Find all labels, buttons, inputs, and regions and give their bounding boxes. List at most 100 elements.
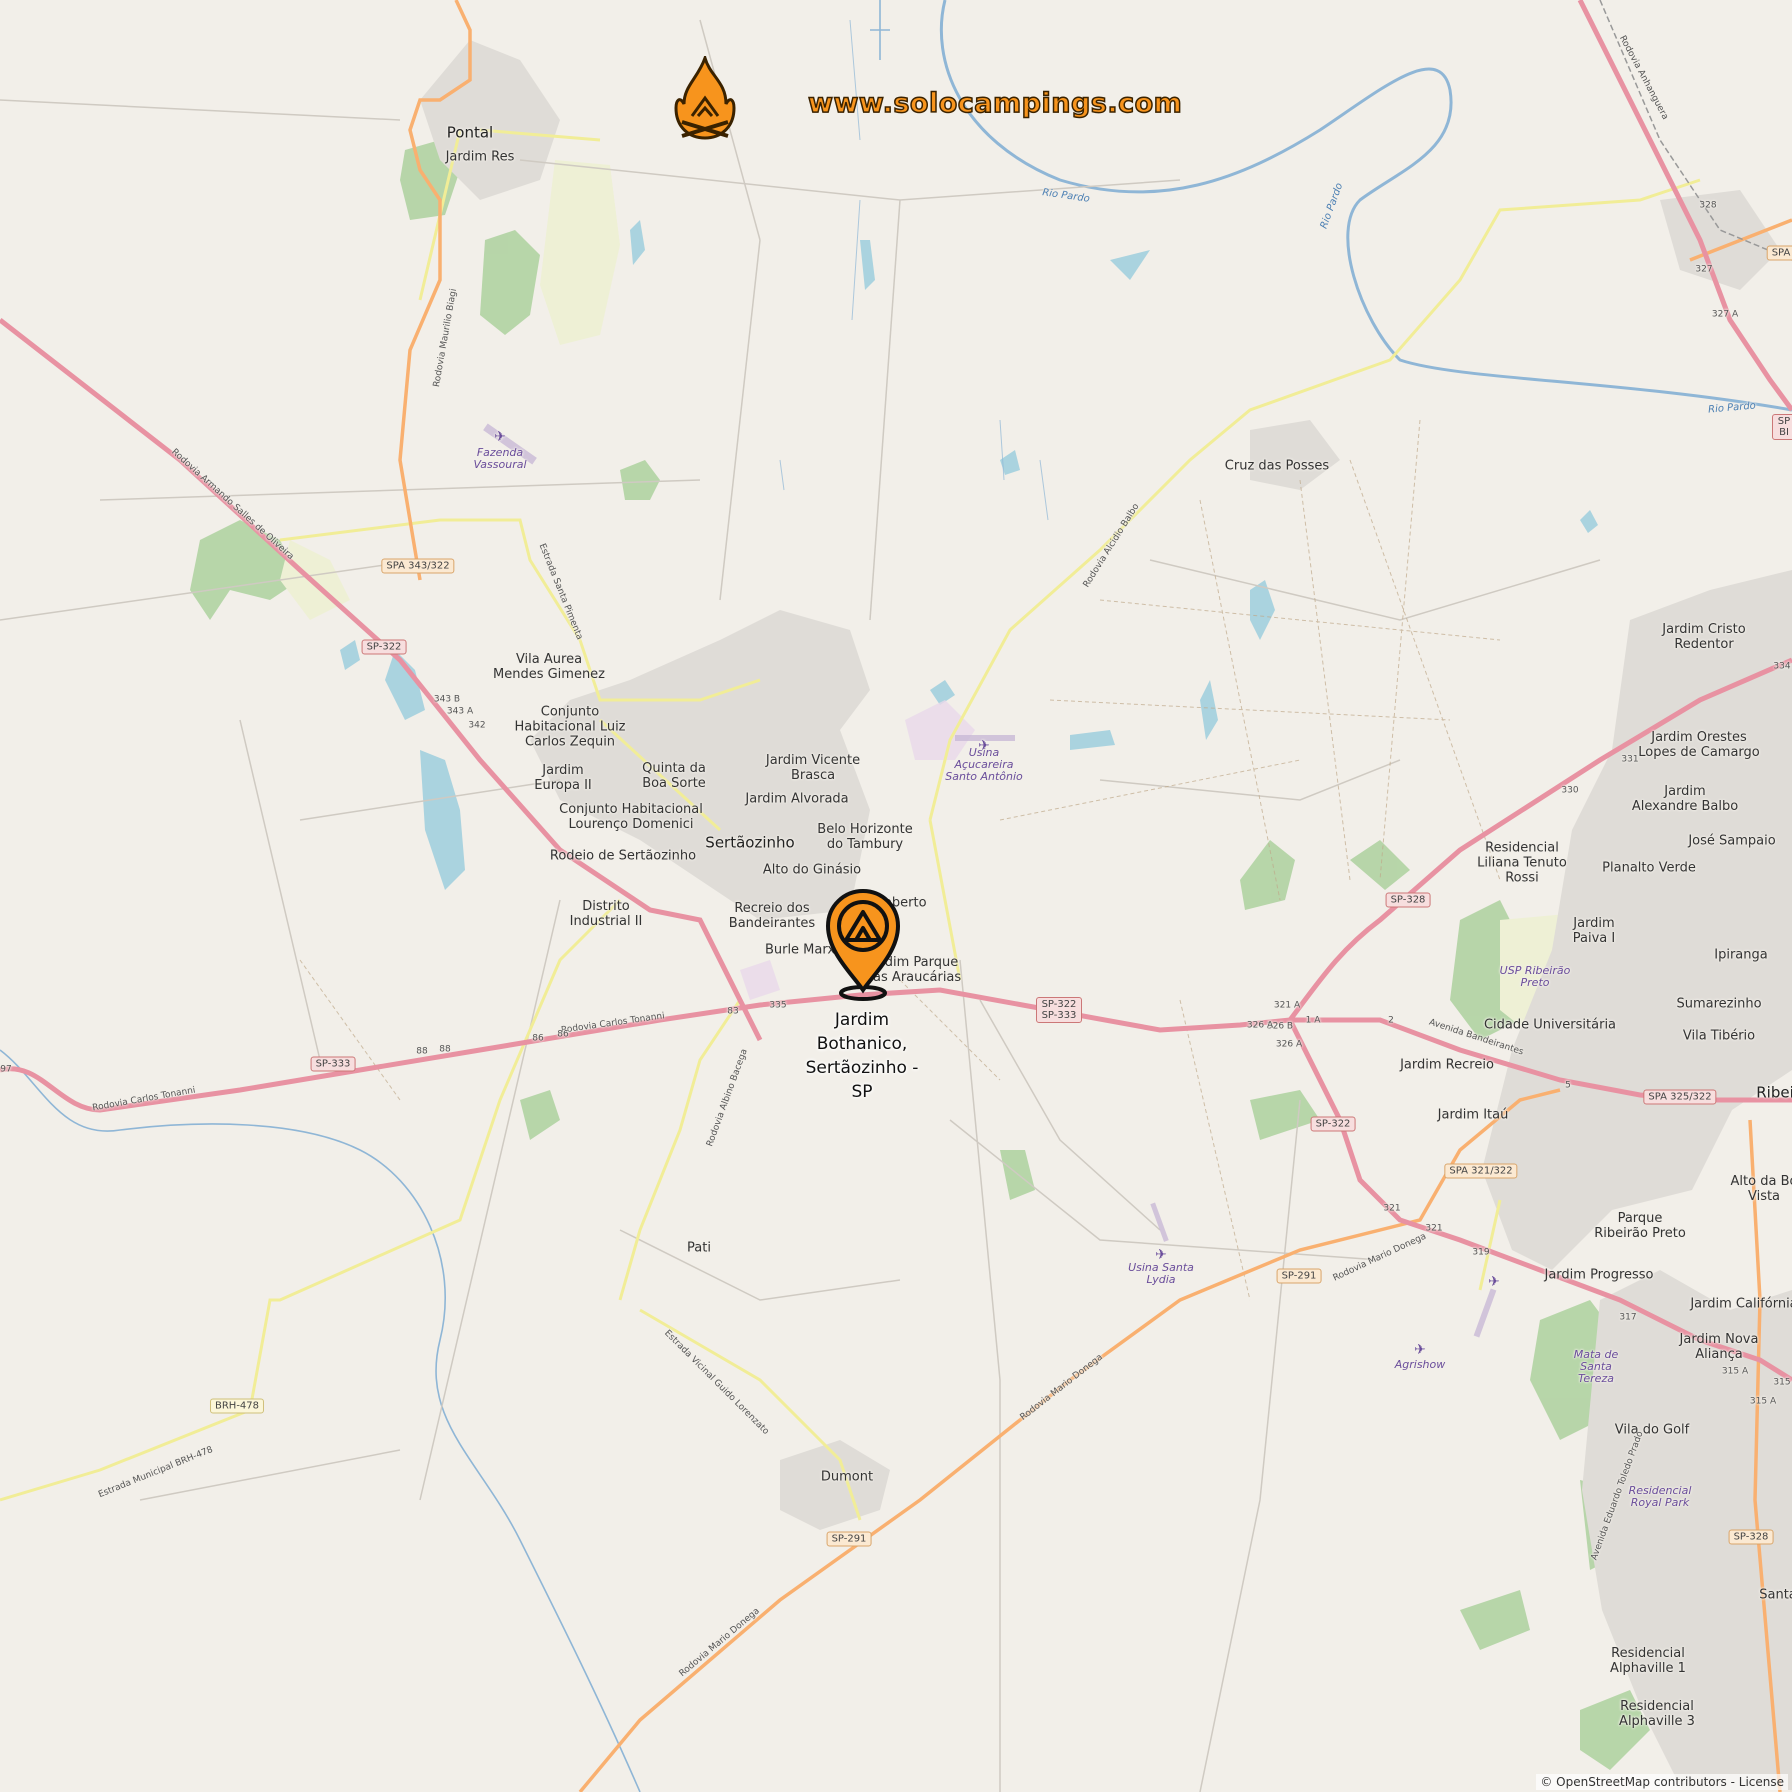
route-shield: SP-328 xyxy=(1728,1529,1774,1545)
place-label: Dumont xyxy=(820,1469,874,1485)
km-marker: 327 xyxy=(1695,264,1713,275)
place-label: Jardim Nova Aliança xyxy=(1679,1332,1759,1362)
airport-icon: ✈ xyxy=(494,429,506,445)
route-shield: SP-291 xyxy=(826,1531,872,1547)
km-marker: 321 xyxy=(1383,1203,1401,1214)
flame-logo-icon xyxy=(674,56,736,140)
place-label: Jardim Alexandre Balbo xyxy=(1631,784,1739,814)
km-marker: 315 A xyxy=(1749,1396,1777,1407)
km-marker: 317 xyxy=(1619,1312,1637,1323)
place-label: Vila Tibério xyxy=(1682,1028,1756,1044)
place-label: Alto do Ginásio xyxy=(762,862,862,878)
place-label: Conjunto Habitacional Luiz Carlos Zequin xyxy=(514,704,626,750)
km-marker: 315 xyxy=(1773,1377,1791,1388)
place-label: Residencial Alphaville 1 xyxy=(1610,1646,1686,1676)
route-shield: SP BI xyxy=(1772,414,1792,440)
map-canvas[interactable]: www.solocampings.com Pontal Jardim Res F… xyxy=(0,0,1792,1792)
place-label: Parque Ribeirão Preto xyxy=(1594,1211,1686,1241)
km-marker: 86 xyxy=(532,1033,544,1044)
place-label: Residencial Liliana Tenuto Rossi xyxy=(1477,840,1567,886)
place-label: Rodeio de Sertãozinho xyxy=(549,848,697,864)
place-label: Jardim Cristo Redentor xyxy=(1662,622,1746,652)
route-shield: SPA xyxy=(1766,245,1792,261)
place-label: Vila do Golf xyxy=(1614,1422,1690,1438)
km-marker: 334 xyxy=(1773,661,1791,672)
route-shield: SPA 325/322 xyxy=(1643,1089,1717,1105)
km-marker: 326 A xyxy=(1246,1020,1274,1031)
place-label: Distrito Industrial II xyxy=(569,899,643,929)
route-shield: SP-322 xyxy=(361,639,407,655)
place-label: Jardim Paiva I xyxy=(1572,916,1616,946)
km-marker: 331 xyxy=(1621,754,1639,765)
place-label: Recreio dos Bandeirantes xyxy=(728,901,816,931)
place-label: Cidade Universitária xyxy=(1483,1017,1617,1033)
route-shield: SPA 321/322 xyxy=(1444,1163,1518,1179)
route-shield: SP-333 xyxy=(310,1056,356,1072)
place-label: Planalto Verde xyxy=(1602,860,1696,876)
km-marker: 328 xyxy=(1699,200,1717,211)
place-label: Sumarezinho xyxy=(1676,996,1762,1012)
km-marker: 342 xyxy=(468,720,486,731)
marker-label: Jardim Bothanico, Sertãozinho - SP xyxy=(805,1010,919,1102)
km-marker: 2 xyxy=(1388,1015,1394,1026)
km-marker: 335 xyxy=(769,1000,787,1011)
km-marker: 327 A xyxy=(1711,309,1739,320)
km-marker: 97 xyxy=(0,1064,12,1075)
km-marker: 321 A xyxy=(1273,1000,1301,1011)
place-label: Belo Horizonte do Tambury xyxy=(817,822,913,852)
site-watermark: www.solocampings.com xyxy=(807,87,1183,120)
km-marker: 5 xyxy=(1565,1080,1571,1091)
place-label: Mata de Santa Tereza xyxy=(1573,1348,1619,1385)
route-shield: SPA 343/322 xyxy=(381,558,455,574)
place-label: Jardim Califórnia xyxy=(1690,1296,1792,1312)
place-label: Quinta da Boa Sorte xyxy=(642,761,706,791)
km-marker: 321 xyxy=(1425,1223,1443,1234)
place-label: Jardim Itaú xyxy=(1437,1107,1509,1123)
km-marker: 88 xyxy=(439,1044,451,1055)
place-label: Ipiranga xyxy=(1714,947,1768,963)
km-marker: 315 A xyxy=(1721,1366,1749,1377)
place-label: Jardim Europa II xyxy=(534,763,592,793)
km-marker: 326 A xyxy=(1275,1039,1303,1050)
airfield-label: Agrishow xyxy=(1394,1358,1446,1371)
airport-icon: ✈ xyxy=(1155,1247,1167,1263)
route-shield: SP-328 xyxy=(1385,892,1431,908)
km-marker: 88 xyxy=(416,1046,428,1057)
place-label: Sertãozinho xyxy=(705,833,795,852)
place-label: Ribei xyxy=(1756,1083,1792,1102)
place-label: Vila Aurea Mendes Gimenez xyxy=(492,652,606,682)
place-label: Pati xyxy=(687,1240,711,1256)
km-marker: 319 xyxy=(1472,1247,1490,1258)
route-shield: BRH-478 xyxy=(209,1398,265,1414)
place-label: Alto da Bo Vista xyxy=(1730,1174,1792,1204)
route-shield: SP-322 xyxy=(1310,1116,1356,1132)
airfield-label: Usina Santa Lydia xyxy=(1128,1261,1194,1286)
place-label: Cruz das Posses xyxy=(1224,458,1330,474)
km-marker: 1 A xyxy=(1305,1015,1321,1026)
attribution[interactable]: © OpenStreetMap contributors - License xyxy=(1536,1774,1788,1790)
place-label: Jardim Progresso xyxy=(1544,1267,1654,1283)
place-label: Jardim Alvorada xyxy=(745,791,849,807)
airport-icon: ✈ xyxy=(1488,1274,1500,1290)
km-marker: 330 xyxy=(1561,785,1579,796)
place-label: Conjunto Habitacional Lourenço Domenici xyxy=(559,802,703,832)
place-label: Residencial Alphaville 3 xyxy=(1619,1699,1695,1729)
route-shield: SP-291 xyxy=(1276,1268,1322,1284)
place-label: Residencial Royal Park xyxy=(1628,1484,1692,1509)
place-label: USP Ribeirão Preto xyxy=(1499,964,1571,989)
route-shield: SP-322 SP-333 xyxy=(1036,997,1082,1023)
airport-icon: ✈ xyxy=(1414,1342,1426,1358)
km-marker: 83 xyxy=(727,1006,739,1017)
airport-icon: ✈ xyxy=(978,738,990,754)
place-label: Santa xyxy=(1759,1587,1792,1603)
place-label: Jardim Recreio xyxy=(1400,1057,1494,1073)
place-label: Jardim Orestes Lopes de Camargo xyxy=(1638,730,1760,760)
place-label: Jardim Vicente Brasca xyxy=(765,753,861,783)
km-marker: 343 A xyxy=(446,706,474,717)
place-label: Jardim Res xyxy=(445,149,515,165)
airfield-label: Fazenda Vassoural xyxy=(473,446,527,471)
km-marker: 86 xyxy=(557,1029,569,1040)
place-label: José Sampaio xyxy=(1688,833,1776,849)
place-label: Pontal xyxy=(446,123,494,142)
campsite-pin-icon[interactable] xyxy=(822,886,904,1002)
